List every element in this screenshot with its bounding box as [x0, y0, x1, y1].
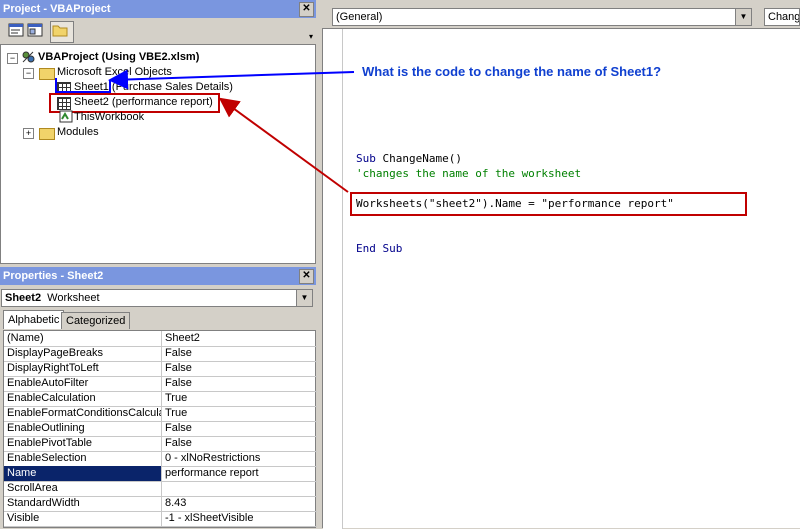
annotation-arrows	[55, 69, 355, 193]
blue-arrow-to-sheet1	[108, 69, 355, 90]
blue-bracket-sheet1	[55, 78, 111, 93]
red-arrow-to-sheet2	[218, 97, 349, 193]
